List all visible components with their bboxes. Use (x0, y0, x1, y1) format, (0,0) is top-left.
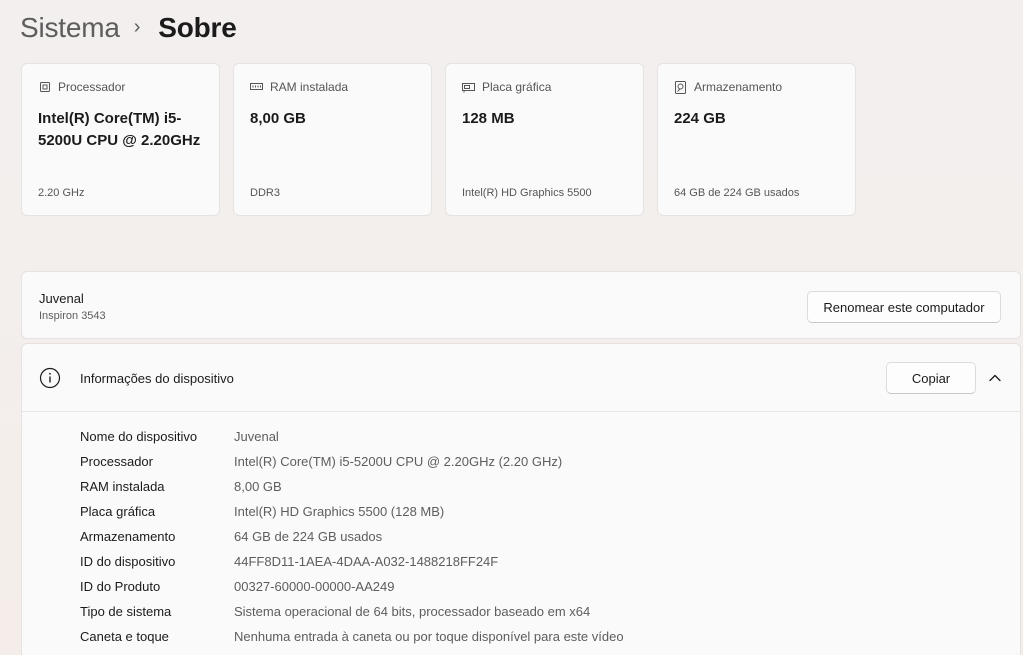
spec-card-ram: RAM instalada 8,00 GB DDR3 (233, 63, 432, 216)
spec-value: Juvenal (234, 429, 279, 444)
breadcrumb-sistema[interactable]: Sistema (20, 12, 120, 44)
spec-card-graphics: Placa gráfica 128 MB Intel(R) HD Graphic… (445, 63, 644, 216)
spec-value: Intel(R) Core(TM) i5-5200U CPU @ 2.20GHz… (234, 454, 563, 469)
spec-label: ID do dispositivo (80, 554, 176, 569)
copy-button[interactable]: Copiar (886, 362, 976, 394)
spec-label: Processador (80, 454, 153, 469)
spec-row: Processador Intel(R) Core(TM) i5-5200U C… (80, 449, 624, 474)
spec-label: ID do Produto (80, 579, 161, 594)
spec-row: Armazenamento 64 GB de 224 GB usados (80, 524, 624, 549)
card-value: 224 GB (674, 110, 726, 127)
computer-name-card: Juvenal Inspiron 3543 Renomear este comp… (21, 271, 1021, 339)
spec-row: Caneta e toque Nenhuma entrada à caneta … (80, 624, 624, 649)
spec-card-processor: Processador Intel(R) Core(TM) i5-5200U C… (21, 63, 220, 216)
spec-value: 00327-60000-00000-AA249 (234, 579, 395, 594)
spec-row: Placa gráfica Intel(R) HD Graphics 5500 … (80, 499, 624, 524)
device-spec-list: Nome do dispositivo Juvenal Processador … (80, 424, 624, 649)
card-detail: 64 GB de 224 GB usados (674, 187, 800, 199)
spec-label: Nome do dispositivo (80, 429, 198, 444)
device-info-section: Informações do dispositivo Copiar Nome d… (21, 343, 1021, 655)
card-header: Placa gráfica (462, 80, 627, 94)
card-header: RAM instalada (250, 80, 415, 94)
processor-chip-icon (38, 81, 51, 94)
ram-module-icon (250, 81, 263, 94)
spec-value: Intel(R) HD Graphics 5500 (128 MB) (234, 504, 445, 519)
card-detail: 2.20 GHz (38, 187, 85, 199)
spec-card-storage: Armazenamento 224 GB 64 GB de 224 GB usa… (657, 63, 856, 216)
card-label: Placa gráfica (482, 80, 552, 94)
card-value: 128 MB (462, 110, 515, 127)
spec-row: ID do dispositivo 44FF8D11-1AEA-4DAA-A03… (80, 549, 624, 574)
spec-label: Placa gráfica (80, 504, 156, 519)
breadcrumb: Sistema › Sobre (20, 8, 237, 48)
spec-row: Tipo de sistema Sistema operacional de 6… (80, 599, 624, 624)
spec-label: Caneta e toque (80, 629, 169, 644)
card-label: Armazenamento (694, 80, 783, 94)
card-label: Processador (58, 80, 126, 94)
spec-label: RAM instalada (80, 479, 165, 494)
spec-row: ID do Produto 00327-60000-00000-AA249 (80, 574, 624, 599)
card-header: Armazenamento (674, 80, 839, 94)
spec-value: 44FF8D11-1AEA-4DAA-A032-1488218FF24F (234, 554, 499, 569)
spec-value: 64 GB de 224 GB usados (234, 529, 383, 544)
device-info-header[interactable]: Informações do dispositivo Copiar (22, 344, 1020, 412)
spec-label: Armazenamento (80, 529, 176, 544)
spec-row: Nome do dispositivo Juvenal (80, 424, 624, 449)
spec-value: Nenhuma entrada à caneta ou por toque di… (234, 629, 624, 644)
info-icon (39, 367, 61, 389)
computer-name: Juvenal (39, 291, 84, 306)
card-value: 8,00 GB (250, 110, 306, 127)
spec-cards: Processador Intel(R) Core(TM) i5-5200U C… (21, 63, 856, 216)
graphics-card-icon (462, 81, 475, 94)
card-header: Processador (38, 80, 203, 94)
card-label: RAM instalada (270, 80, 349, 94)
chevron-up-icon[interactable] (987, 370, 1003, 386)
card-detail: DDR3 (250, 187, 280, 199)
page-title: Sobre (158, 12, 237, 43)
card-detail: Intel(R) HD Graphics 5500 (462, 187, 592, 199)
card-value: Intel(R) Core(TM) i5-5200U CPU @ 2.20GHz (38, 110, 201, 149)
breadcrumb-separator-icon: › (133, 15, 141, 38)
spec-row: RAM instalada 8,00 GB (80, 474, 624, 499)
rename-computer-button[interactable]: Renomear este computador (807, 291, 1001, 323)
spec-value: 8,00 GB (234, 479, 282, 494)
computer-model: Inspiron 3543 (39, 310, 106, 322)
spec-label: Tipo de sistema (80, 604, 172, 619)
device-info-title: Informações do dispositivo (80, 371, 234, 386)
storage-drive-icon (674, 80, 687, 94)
spec-value: Sistema operacional de 64 bits, processa… (234, 604, 591, 619)
